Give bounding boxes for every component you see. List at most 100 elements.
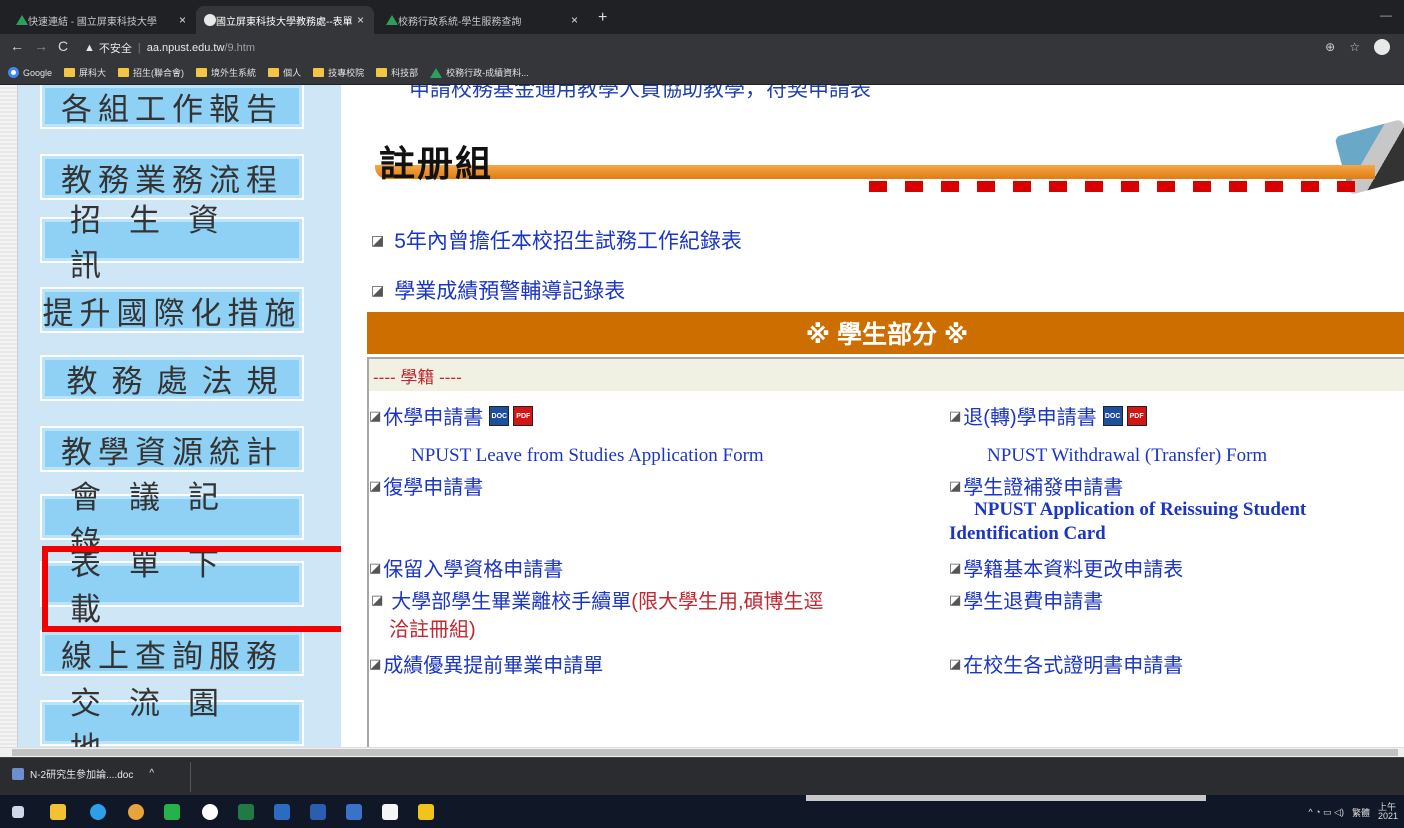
sidebar-item-exchange[interactable]: 交流園地 (40, 686, 304, 747)
bookmark-folder[interactable]: 科技部 (376, 66, 418, 79)
student-section-banner: ※ 學生部分 ※ (367, 312, 1404, 354)
folder-icon (313, 68, 325, 77)
warning-icon: ▲ (84, 41, 95, 54)
arrow-bullet-icon: ◪ (371, 591, 384, 607)
powerpoint-icon[interactable] (346, 804, 362, 820)
tab-quick-links[interactable]: 快速連結 - 國立屏東科技大學 × (8, 6, 196, 34)
bookmark-folder[interactable]: 招生(聯合會) (118, 66, 184, 79)
sidebar-item-internationalization[interactable]: 提升國際化措施 (40, 287, 304, 333)
zoom-icon[interactable]: ⊕ (1325, 40, 1335, 54)
tab-strip: 快速連結 - 國立屏東科技大學 × 國立屏東科技大學教務處--表單 × 校務行政… (0, 0, 1404, 34)
file-explorer-icon[interactable] (50, 804, 66, 820)
sidebar-item-online-query[interactable]: 線上查詢服務 (40, 630, 304, 676)
outlook-icon[interactable] (274, 804, 290, 820)
download-item[interactable]: N-2研究生參加論....doc ^ (12, 766, 154, 781)
form-graduation-checkout[interactable]: ◪ 大學部學生畢業離校手續單 (限大學生用,碩博生逕 (371, 585, 824, 614)
pdf-icon[interactable]: PDF (1126, 405, 1147, 426)
back-button[interactable]: ← (10, 38, 24, 54)
close-icon[interactable]: × (179, 13, 186, 27)
word-icon[interactable] (310, 804, 326, 820)
drive-icon (430, 67, 443, 78)
form-withdrawal[interactable]: ◪ 退(轉)學申請書 DOC PDF (949, 401, 1147, 430)
form-eng-id-line1[interactable]: NPUST Application of Reissuing Student (974, 499, 1306, 521)
form-reserve-admission[interactable]: ◪ 保留入學資格申請書 (369, 553, 563, 582)
form-leave-of-absence[interactable]: ◪ 休學申請書 DOC PDF (369, 401, 534, 430)
folder-icon (376, 68, 388, 77)
google-icon (8, 67, 19, 78)
close-icon[interactable]: × (571, 13, 578, 27)
bookmark-folder[interactable]: 個人 (268, 66, 301, 79)
forward-button[interactable]: → (34, 38, 48, 54)
form-reinstatement[interactable]: ◪ 復學申請書 (369, 471, 483, 500)
section-underline (375, 165, 1375, 179)
tab-title: 校務行政系統-學生服務查詢 (398, 16, 522, 28)
form-certificate[interactable]: ◪ 在校生各式證明書申請書 (949, 649, 1183, 678)
form-record-update[interactable]: ◪ 學籍基本資料更改申請表 (949, 553, 1183, 582)
doc-icon[interactable]: DOC (489, 405, 510, 426)
sidebar-item-regulations[interactable]: 教務處法規 (40, 355, 304, 401)
folder-icon (268, 68, 280, 77)
sidebar-item-reports[interactable]: 各組工作報告 (40, 85, 304, 129)
bookmark-folder[interactable]: 境外生系統 (196, 66, 256, 79)
star-icon[interactable]: ☆ (1349, 40, 1360, 54)
sidebar-item-meeting-records[interactable]: 會議記錄 (40, 480, 304, 561)
arrow-bullet-icon: ◪ (949, 477, 962, 493)
form-student-id-reissue[interactable]: ◪ 學生證補發申請書 (949, 471, 1123, 500)
arrow-bullet-icon: ◪ (371, 231, 385, 248)
bookmark-folder[interactable]: 技專校院 (313, 66, 364, 79)
new-tab-button[interactable]: + (598, 9, 607, 27)
form-eng-withdrawal[interactable]: NPUST Withdrawal (Transfer) Form (987, 445, 1267, 467)
form-eng-leave[interactable]: NPUST Leave from Studies Application For… (411, 445, 764, 467)
bookmarks-bar: Google 屏科大 招生(聯合會) 境外生系統 個人 技專校院 科技部 校務行… (0, 61, 1404, 85)
tab-student-query[interactable]: 校務行政系統-學生服務查詢 × (378, 6, 588, 34)
browser-toolbar: ← → C ▲ 不安全 | aa.npust.edu.tw /9.htm ⊕ ☆ (0, 34, 1404, 61)
doc-icon[interactable]: DOC (1102, 405, 1123, 426)
app-icon[interactable] (202, 804, 218, 820)
ie-icon[interactable] (90, 804, 106, 820)
close-icon[interactable]: × (357, 13, 364, 27)
horizontal-scrollbar[interactable] (0, 747, 1404, 757)
taskbar-window-preview (806, 795, 1206, 801)
scrollbar-thumb[interactable] (12, 749, 1398, 756)
form-note: (限大學生用,碩博生逕 (631, 591, 824, 613)
form-eng-id-line2[interactable]: Identification Card (949, 523, 1106, 545)
tray-icons[interactable]: ^ ◔ ▭ ◁) (1308, 807, 1344, 818)
start-icon[interactable] (12, 806, 24, 818)
form-refund[interactable]: ◪ 學生退費申請書 (949, 585, 1103, 614)
arrow-bullet-icon: ◪ (949, 655, 962, 671)
bookmark-folder[interactable]: 屏科大 (64, 66, 106, 79)
globe-icon (204, 14, 216, 26)
bookmark-drive[interactable]: 校務行政-成績資料... (430, 66, 529, 79)
cut-off-link[interactable]: 申請校務基金通用教學人員協助教學，符契申請表 (409, 85, 871, 103)
security-label: 不安全 (98, 42, 132, 55)
input-language[interactable]: 繁體 (1352, 806, 1370, 819)
tab-title: 國立屏東科技大學教務處--表單 (216, 16, 353, 28)
url-host: aa.npust.edu.tw (146, 41, 225, 54)
paint-icon[interactable] (418, 804, 434, 820)
address-bar[interactable]: ▲ 不安全 | aa.npust.edu.tw /9.htm (84, 37, 1384, 58)
sidebar-menu: 各組工作報告 教務業務流程 招生資訊 提升國際化措施 教務處法規 教學資源統計 … (18, 85, 349, 747)
sidebar-item-admissions[interactable]: 招生資訊 (40, 203, 304, 284)
link-admission-record[interactable]: ◪ 5年內曾擔任本校招生試務工作紀錄表 (371, 225, 742, 255)
link-academic-warning[interactable]: ◪ 學業成績預警輔導記錄表 (371, 275, 625, 305)
form-early-graduation[interactable]: ◪ 成績優異提前畢業申請單 (369, 649, 603, 678)
pdf-icon[interactable]: PDF (513, 405, 534, 426)
excel-icon[interactable] (238, 804, 254, 820)
profile-icon[interactable] (1374, 39, 1390, 55)
category-header: ---- 學籍 ---- (369, 359, 1404, 391)
line-icon[interactable] (164, 804, 180, 820)
tab-forms[interactable]: 國立屏東科技大學教務處--表單 × (196, 6, 374, 34)
sidebar-item-workflow[interactable]: 教務業務流程 (40, 154, 304, 200)
chevron-up-icon[interactable]: ^ (149, 768, 154, 779)
arrow-bullet-icon: ◪ (949, 407, 962, 423)
sidebar-item-teaching-resources[interactable]: 教學資源統計 (40, 426, 304, 472)
arrow-bullet-icon: ◪ (369, 559, 382, 575)
minimize-button[interactable]: — (1380, 8, 1392, 22)
bookmark-google[interactable]: Google (8, 67, 52, 78)
url-path: /9.htm (224, 41, 255, 54)
reload-button[interactable]: C (58, 38, 68, 54)
clock[interactable]: 上午 2021 (1378, 803, 1398, 821)
download-shelf: N-2研究生參加論....doc ^ (0, 757, 1404, 795)
notepad-icon[interactable] (382, 804, 398, 820)
chrome-icon[interactable] (128, 804, 144, 820)
